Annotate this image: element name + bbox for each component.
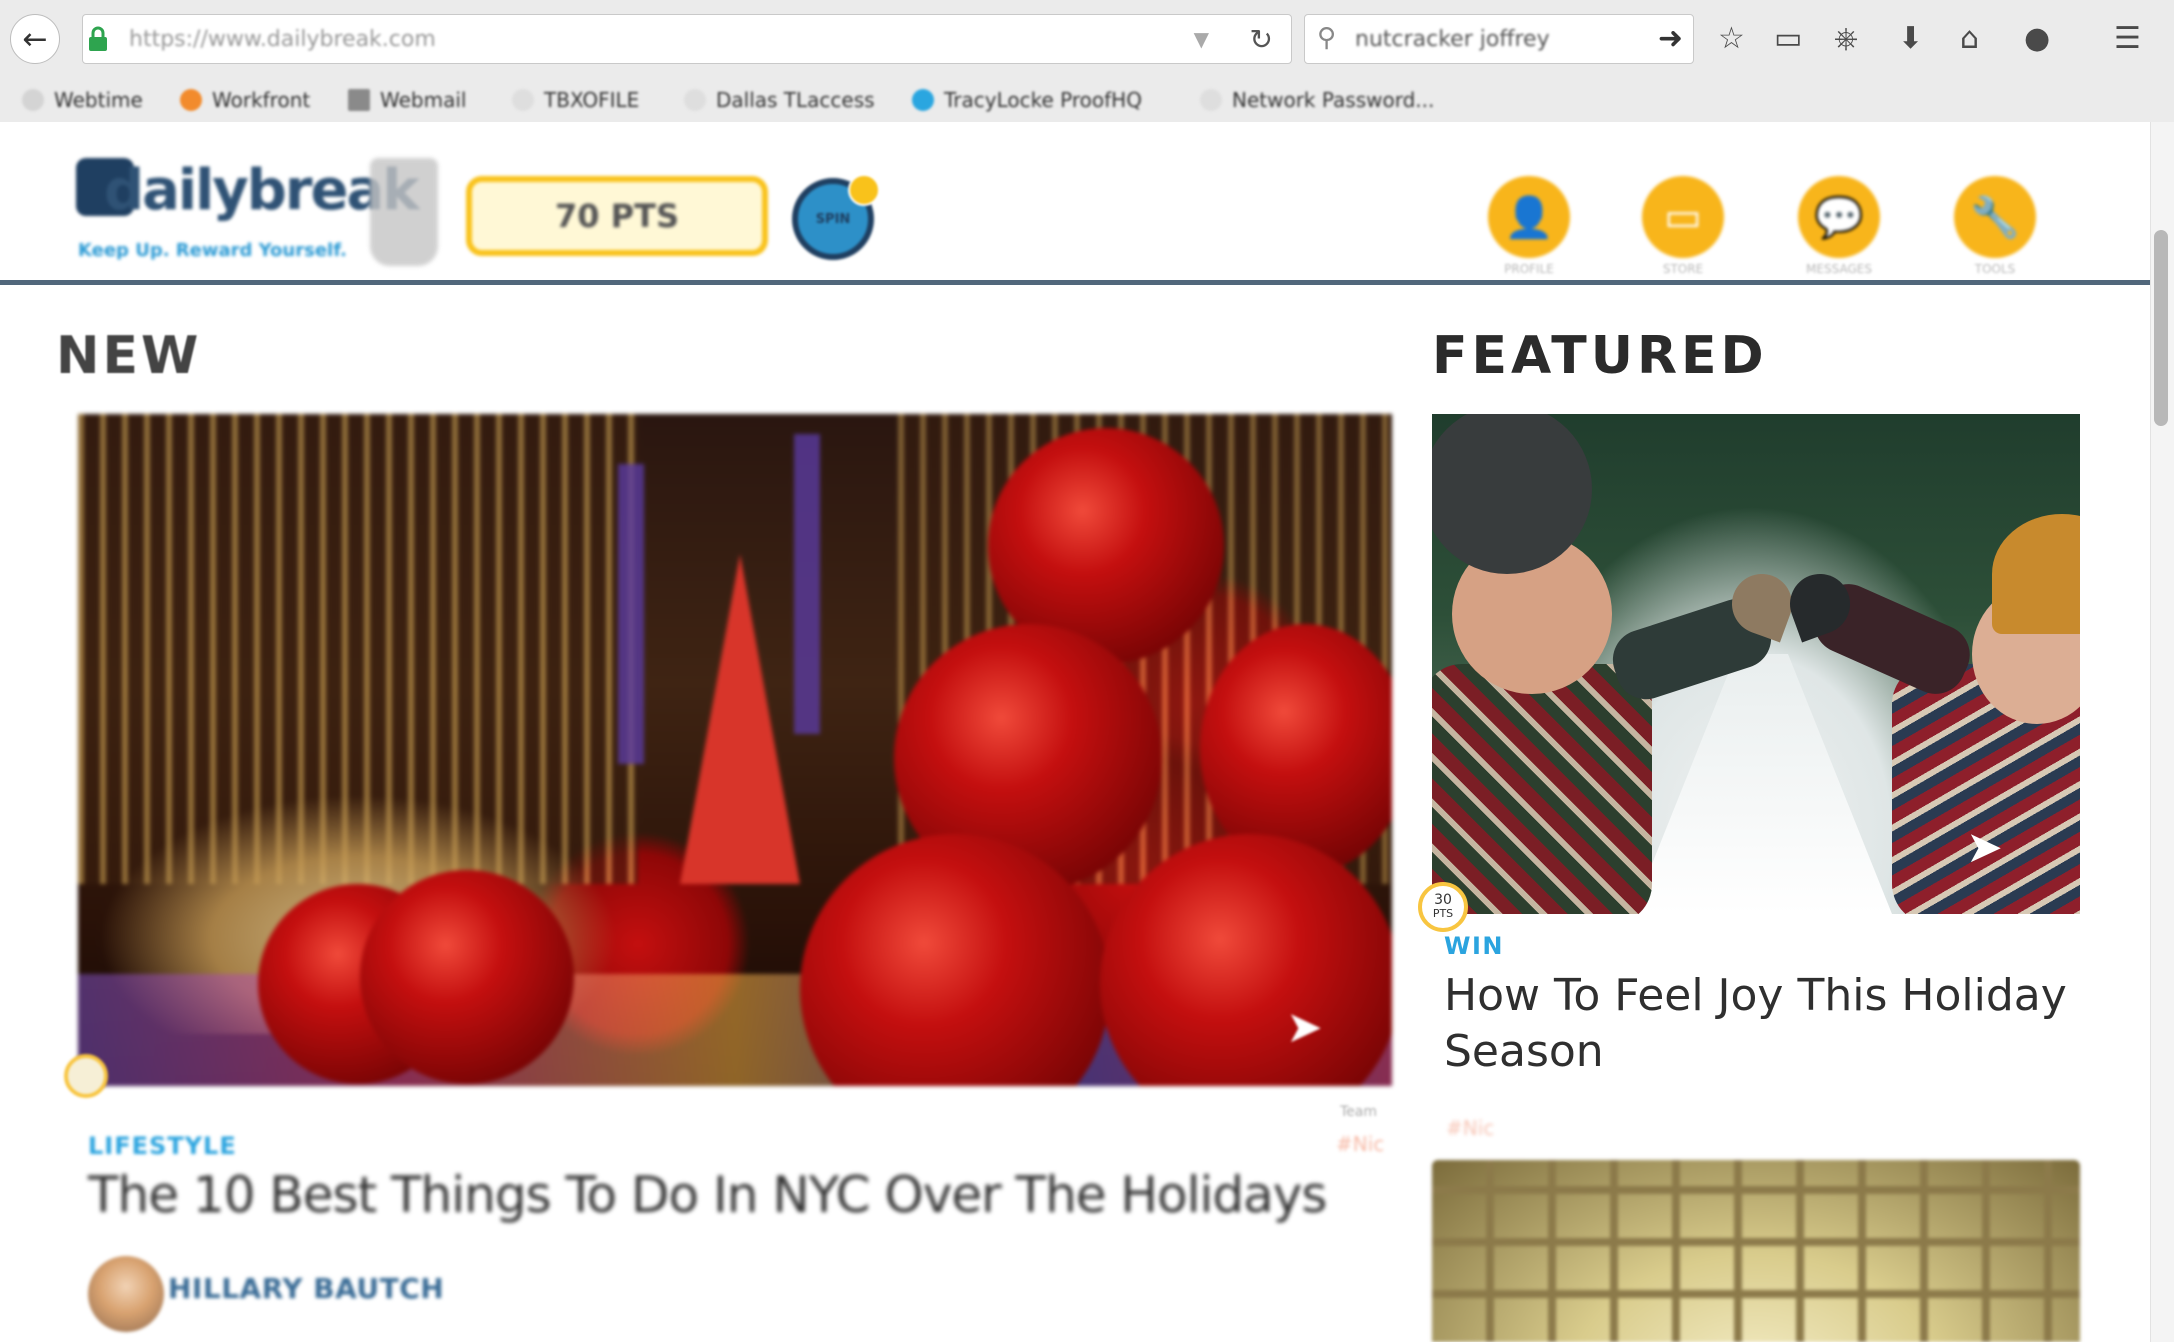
hero-sign-left: [618, 464, 644, 764]
bookmark-label: Webtime: [54, 88, 143, 112]
home-icon[interactable]: ⌂: [1960, 20, 1979, 58]
bookmark-label: Webmail: [380, 88, 467, 112]
messages-label: MESSAGES: [1806, 262, 1872, 276]
author-avatar[interactable]: [88, 1256, 164, 1332]
clipboard-icon[interactable]: ▭: [1774, 20, 1802, 58]
store-label: STORE: [1662, 262, 1704, 276]
points-text: 70 PTS: [555, 197, 679, 235]
download-icon[interactable]: ⬇: [1898, 20, 1923, 58]
logo-tagline: Keep Up. Reward Yourself.: [78, 240, 347, 261]
profile-label: PROFILE: [1504, 262, 1554, 276]
share-icon[interactable]: ➤: [1966, 822, 2003, 873]
bookmark-item[interactable]: Dallas TLaccess: [684, 88, 875, 112]
star-icon[interactable]: ☆: [1718, 20, 1745, 58]
url-text: https://www.dailybreak.com: [129, 27, 436, 52]
bookmark-label: Workfront: [212, 88, 311, 112]
bookmark-item[interactable]: TBXOFILE: [512, 88, 639, 112]
tools-icon: 🔧: [1970, 194, 2020, 241]
browser-chrome: ← https://www.dailybreak.com ▼ ↻ ⚲ nutcr…: [0, 0, 2174, 123]
search-text: nutcracker joffrey: [1355, 27, 1550, 52]
header-divider: [0, 280, 2150, 285]
extension-icon[interactable]: ●: [2024, 20, 2050, 58]
bookmark-label: TBXOFILE: [544, 88, 640, 112]
new-section-title: NEW: [56, 326, 202, 386]
hero-meta-small: Team: [1340, 1104, 1378, 1120]
bookmark-icon: [512, 89, 534, 111]
bookmarks-bar: Webtime Workfront Webmail TBXOFILE Dalla…: [0, 78, 2174, 122]
search-go-icon[interactable]: ➜: [1658, 21, 1683, 56]
messages-icon: 💬: [1814, 194, 1864, 241]
person-right-hat: [1992, 514, 2080, 634]
points-badge-unit: PTS: [1432, 907, 1454, 920]
menu-icon[interactable]: ☰: [2114, 20, 2141, 58]
pocket-icon[interactable]: ⎈: [1834, 20, 1858, 58]
bookmark-icon: [22, 89, 44, 111]
points-balance[interactable]: 70 PTS: [466, 176, 768, 256]
bookmark-item[interactable]: TracyLocke ProofHQ: [912, 88, 1142, 112]
spin-notification-icon: [848, 174, 880, 206]
hero-meta-tag: #Nic: [1336, 1132, 1385, 1156]
bookmark-item[interactable]: Network Password...: [1200, 88, 1434, 112]
tools-label: TOOLS: [1974, 262, 2016, 276]
bookmark-label: Network Password...: [1232, 88, 1435, 112]
back-button[interactable]: ←: [10, 14, 60, 64]
featured-category[interactable]: WIN: [1444, 932, 1504, 960]
hero-category[interactable]: LIFESTYLE: [88, 1132, 237, 1160]
lock-icon: [89, 26, 107, 51]
tools-button[interactable]: 🔧: [1954, 176, 2036, 258]
author-name[interactable]: HILLARY BAUTCH: [168, 1272, 444, 1305]
featured-section-title: FEATURED: [1432, 326, 1768, 386]
bookmark-icon: [684, 89, 706, 111]
spin-label: SPIN: [815, 211, 851, 227]
scrollbar-thumb[interactable]: [2154, 230, 2168, 426]
bookmark-item[interactable]: Workfront: [180, 88, 310, 112]
bookmark-item[interactable]: Webtime: [22, 88, 143, 112]
store-icon: ▭: [1664, 194, 1702, 240]
snow-path: [1632, 654, 1892, 914]
messages-button[interactable]: 💬: [1798, 176, 1880, 258]
ornament-ball: [360, 870, 574, 1084]
bookmark-icon: [180, 89, 202, 111]
search-icon: ⚲: [1317, 23, 1337, 53]
search-bar[interactable]: ⚲ nutcracker joffrey ➜: [1304, 14, 1694, 64]
dailybreak-logo[interactable]: dailybreak Keep Up. Reward Yourself.: [76, 156, 419, 266]
share-icon[interactable]: ➤: [1286, 1002, 1323, 1053]
points-badge-icon: [64, 1054, 108, 1098]
profile-icon: 👤: [1504, 194, 1554, 241]
hero-title[interactable]: The 10 Best Things To Do In NYC Over The…: [88, 1166, 1327, 1224]
bookmark-icon: [912, 89, 934, 111]
browser-nav-bar: ← https://www.dailybreak.com ▼ ↻ ⚲ nutcr…: [0, 0, 2174, 78]
featured-meta-tag: #Nic: [1446, 1116, 1495, 1140]
points-badge: 30 PTS: [1418, 882, 1468, 932]
bookmark-icon: [348, 89, 370, 111]
hero-article-image[interactable]: [78, 414, 1392, 1086]
coffee-cup-icon: [370, 158, 438, 266]
store-button[interactable]: ▭: [1642, 176, 1724, 258]
person-left-scarf: [1432, 664, 1652, 914]
points-badge-value: 30: [1434, 892, 1452, 908]
bookmark-item[interactable]: Webmail: [348, 88, 466, 112]
url-bar[interactable]: https://www.dailybreak.com ▼ ↻: [82, 14, 1292, 64]
featured-article-image-2[interactable]: [1432, 1160, 2080, 1342]
bookmark-label: TracyLocke ProofHQ: [944, 88, 1142, 112]
url-dropdown-icon[interactable]: ▼: [1194, 27, 1209, 51]
bookmark-icon: [1200, 89, 1222, 111]
featured-title[interactable]: How To Feel Joy This Holiday Season: [1444, 968, 2084, 1080]
reload-icon[interactable]: ↻: [1250, 23, 1273, 56]
profile-button[interactable]: 👤: [1488, 176, 1570, 258]
bookmark-label: Dallas TLaccess: [716, 88, 875, 112]
hero-christmas-tree: [680, 554, 800, 884]
back-arrow-icon: ←: [22, 21, 48, 57]
